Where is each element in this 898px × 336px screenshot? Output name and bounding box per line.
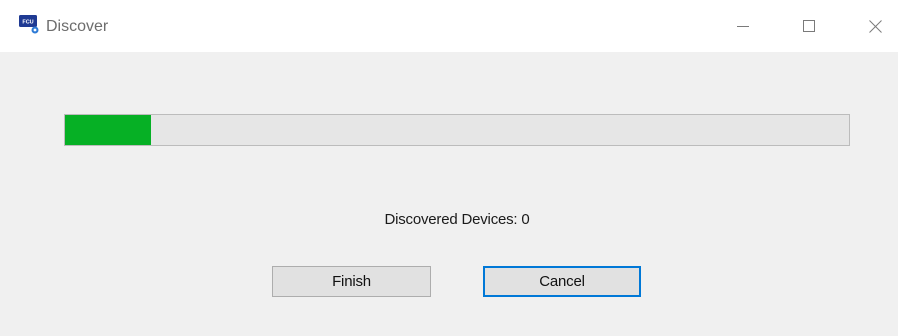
- minimize-icon: [737, 20, 749, 32]
- discover-dialog: FCU Discover Discovered Devices: 0 Finis…: [0, 0, 898, 336]
- app-icon-label: FCU: [22, 20, 33, 26]
- close-button[interactable]: [852, 0, 898, 52]
- app-icon: FCU: [18, 14, 42, 36]
- discovery-progress-bar: [64, 114, 850, 146]
- discovered-devices-status: Discovered Devices: 0: [384, 211, 530, 228]
- close-icon: [868, 19, 882, 33]
- maximize-icon: [803, 20, 815, 32]
- resize-grip[interactable]: [888, 326, 892, 330]
- minimize-button[interactable]: [720, 0, 766, 52]
- finish-button[interactable]: Finish: [272, 266, 431, 297]
- progress-fill: [65, 115, 152, 145]
- cancel-button[interactable]: Cancel: [483, 266, 641, 297]
- window-title: Discover: [46, 18, 109, 35]
- maximize-button[interactable]: [786, 0, 832, 52]
- title-bar[interactable]: FCU Discover: [0, 0, 898, 52]
